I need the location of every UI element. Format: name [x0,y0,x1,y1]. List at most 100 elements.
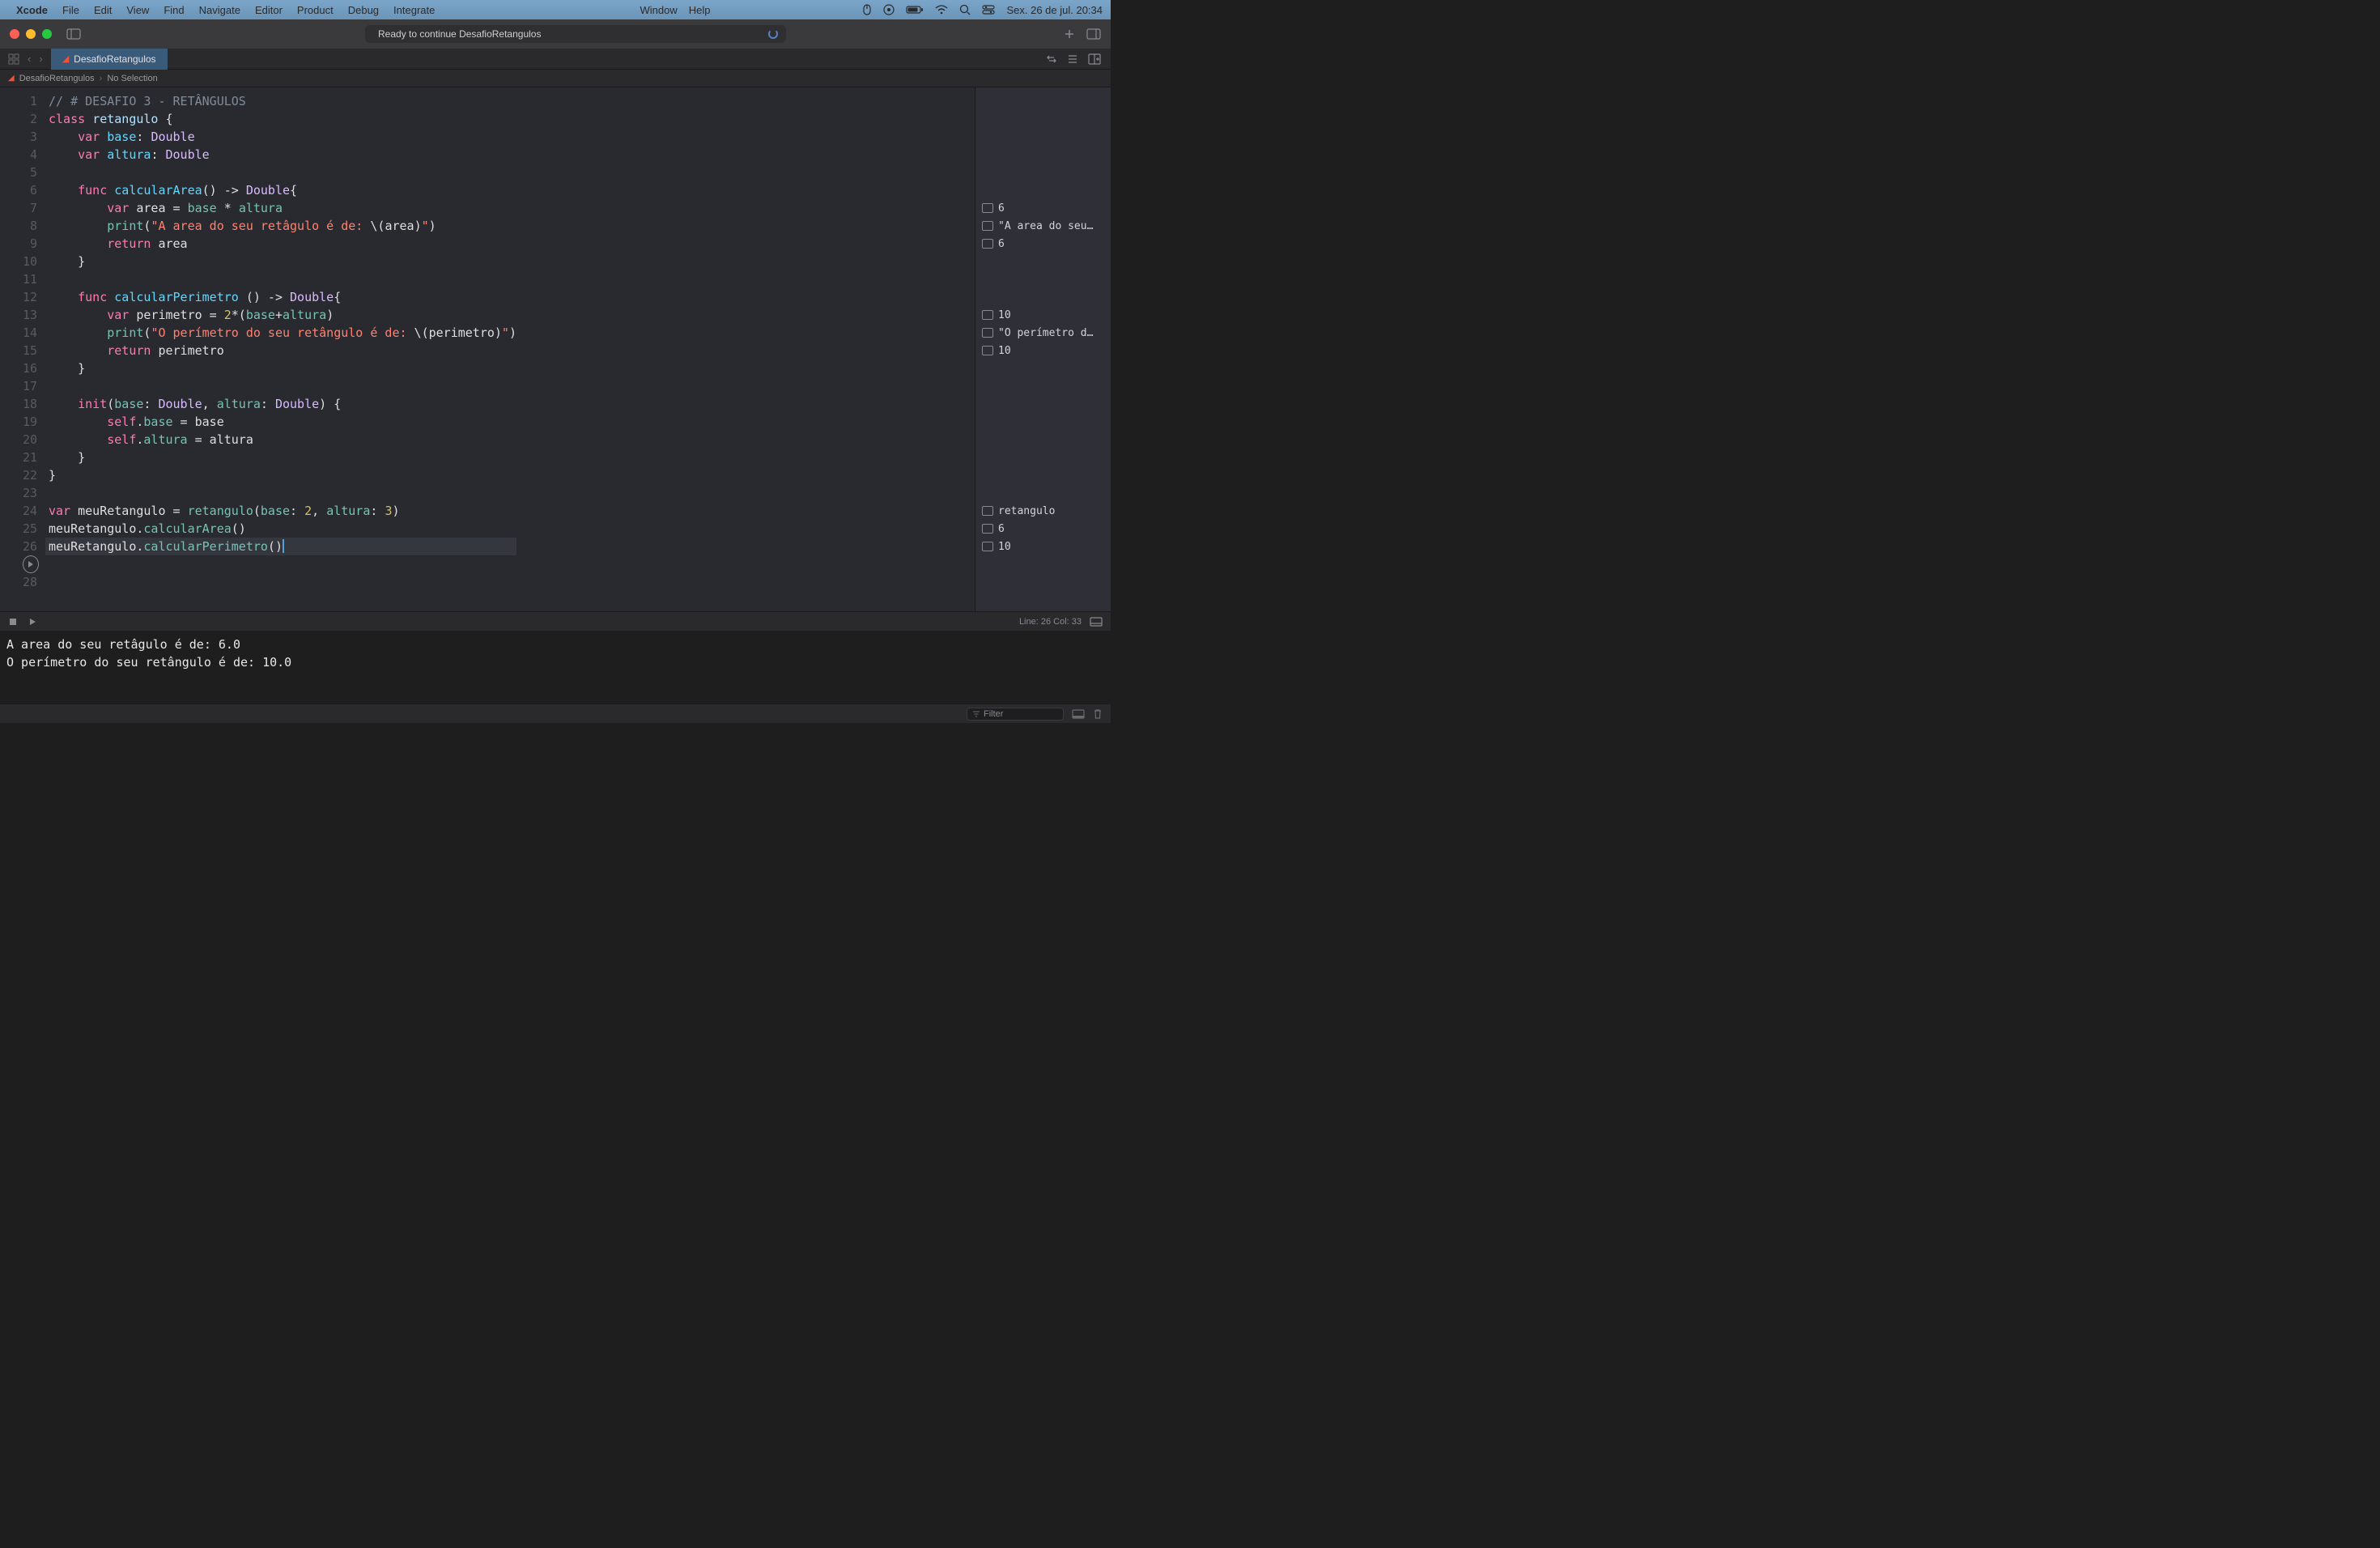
code-line[interactable]: return perimetro [45,342,516,359]
menu-file[interactable]: File [62,4,79,16]
code-line[interactable]: } [45,253,516,270]
quicklook-icon[interactable] [982,221,993,231]
code-editor[interactable]: 1234567891011121314151617181920212223242… [0,87,975,611]
playground-result[interactable]: "A area do seu… [982,217,1104,235]
quicklook-icon[interactable] [982,542,993,551]
playground-result[interactable]: 6 [982,235,1104,253]
result-value: 6 [998,238,1005,250]
refresh-icon[interactable] [1046,53,1057,65]
playground-result[interactable]: 10 [982,306,1104,324]
menu-find[interactable]: Find [164,4,184,16]
mouse-icon[interactable] [862,4,872,15]
nav-forward-icon[interactable]: › [39,53,42,65]
code-line[interactable] [45,270,516,288]
breadcrumb-root[interactable]: DesafioRetangulos [19,74,95,83]
menu-integrate[interactable]: Integrate [393,4,435,16]
battery-icon[interactable] [906,5,924,15]
code-line[interactable]: var perimetro = 2*(base+altura) [45,306,516,324]
activity-status-text: Ready to continue DesafioRetangulos [378,28,541,40]
code-line[interactable] [45,377,516,395]
quicklook-icon[interactable] [982,310,993,320]
debug-play-icon[interactable] [28,617,37,627]
code-line[interactable] [45,573,516,591]
debug-stop-icon[interactable] [8,617,18,627]
code-line[interactable]: return area [45,235,516,253]
playground-result[interactable]: retangulo [982,502,1104,520]
code-line[interactable]: class retangulo { [45,110,516,128]
playground-result[interactable]: 6 [982,520,1104,538]
code-line[interactable]: } [45,449,516,466]
menubar-datetime[interactable]: Sex. 26 de jul. 20:34 [1006,4,1103,16]
code-line[interactable] [45,555,516,573]
console-panel-icon[interactable] [1072,709,1085,719]
search-icon[interactable] [959,4,971,15]
quicklook-icon[interactable] [982,346,993,355]
code-line[interactable]: var area = base * altura [45,199,516,217]
quicklook-icon[interactable] [982,239,993,249]
add-button-icon[interactable] [1064,28,1075,40]
menu-debug[interactable]: Debug [348,4,379,16]
breadcrumb-selection[interactable]: No Selection [107,74,157,83]
console-filter-input[interactable]: Filter [967,708,1064,721]
menu-window[interactable]: Window [640,4,677,16]
library-button-icon[interactable] [1086,28,1101,40]
line-number: 26 [0,538,37,555]
menu-app-name[interactable]: Xcode [16,4,48,16]
code-line[interactable]: meuRetangulo.calcularArea() [45,520,516,538]
code-line[interactable]: self.base = base [45,413,516,431]
menu-help[interactable]: Help [689,4,711,16]
code-line[interactable]: print("O perímetro do seu retângulo é de… [45,324,516,342]
add-editor-icon[interactable] [1088,53,1101,65]
menu-editor[interactable]: Editor [255,4,283,16]
playground-result[interactable]: 10 [982,342,1104,359]
result-value: "O perímetro d… [998,327,1093,339]
record-icon[interactable] [883,4,895,15]
code-line[interactable]: func calcularPerimetro () -> Double{ [45,288,516,306]
menu-view[interactable]: View [126,4,149,16]
editor-tab[interactable]: ◢ DesafioRetangulos [51,49,168,70]
code-line[interactable] [45,164,516,181]
line-number: 10 [0,253,37,270]
quicklook-icon[interactable] [982,506,993,516]
quicklook-icon[interactable] [982,328,993,338]
code-line[interactable]: meuRetangulo.calcularPerimetro() [45,538,516,555]
zoom-window-button[interactable] [42,29,52,39]
menu-edit[interactable]: Edit [94,4,112,16]
code-line[interactable]: var meuRetangulo = retangulo(base: 2, al… [45,502,516,520]
playground-result[interactable]: 10 [982,538,1104,555]
code-line[interactable]: print("A area do seu retâgulo é de: \(ar… [45,217,516,235]
quicklook-icon[interactable] [982,524,993,534]
close-window-button[interactable] [10,29,19,39]
code-content[interactable]: // # DESAFIO 3 - RETÂNGULOSclass retangu… [45,87,516,611]
console-output[interactable]: A area do seu retâgulo é de: 6.0O períme… [0,631,1111,704]
code-line[interactable]: // # DESAFIO 3 - RETÂNGULOS [45,92,516,110]
line-number: 21 [0,449,37,466]
activity-status[interactable]: Ready to continue DesafioRetangulos [365,25,786,43]
code-line[interactable]: var base: Double [45,128,516,146]
adjust-editor-icon[interactable] [1067,53,1078,65]
result-value: 6 [998,202,1005,215]
code-line[interactable]: func calcularArea() -> Double{ [45,181,516,199]
trash-icon[interactable] [1093,708,1103,720]
quicklook-icon[interactable] [982,203,993,213]
playground-result[interactable]: 6 [982,199,1104,217]
run-playground-button[interactable] [23,555,39,573]
related-items-icon[interactable] [8,53,19,65]
left-panel-toggle-icon[interactable] [66,28,81,40]
code-line[interactable]: } [45,359,516,377]
nav-back-icon[interactable]: ‹ [28,53,31,65]
code-line[interactable]: self.altura = altura [45,431,516,449]
minimize-window-button[interactable] [26,29,36,39]
code-line[interactable]: init(base: Double, altura: Double) { [45,395,516,413]
menu-product[interactable]: Product [297,4,334,16]
cursor-position: Line: 26 Col: 33 [1019,617,1082,627]
code-line[interactable]: } [45,466,516,484]
playground-result[interactable]: "O perímetro d… [982,324,1104,342]
jump-bar[interactable]: ◢ DesafioRetangulos › No Selection [0,70,1111,87]
console-toggle-icon[interactable] [1090,617,1103,627]
menu-navigate[interactable]: Navigate [199,4,240,16]
code-line[interactable]: var altura: Double [45,146,516,164]
wifi-icon[interactable] [935,5,948,15]
control-center-icon[interactable] [982,5,995,15]
code-line[interactable] [45,484,516,502]
